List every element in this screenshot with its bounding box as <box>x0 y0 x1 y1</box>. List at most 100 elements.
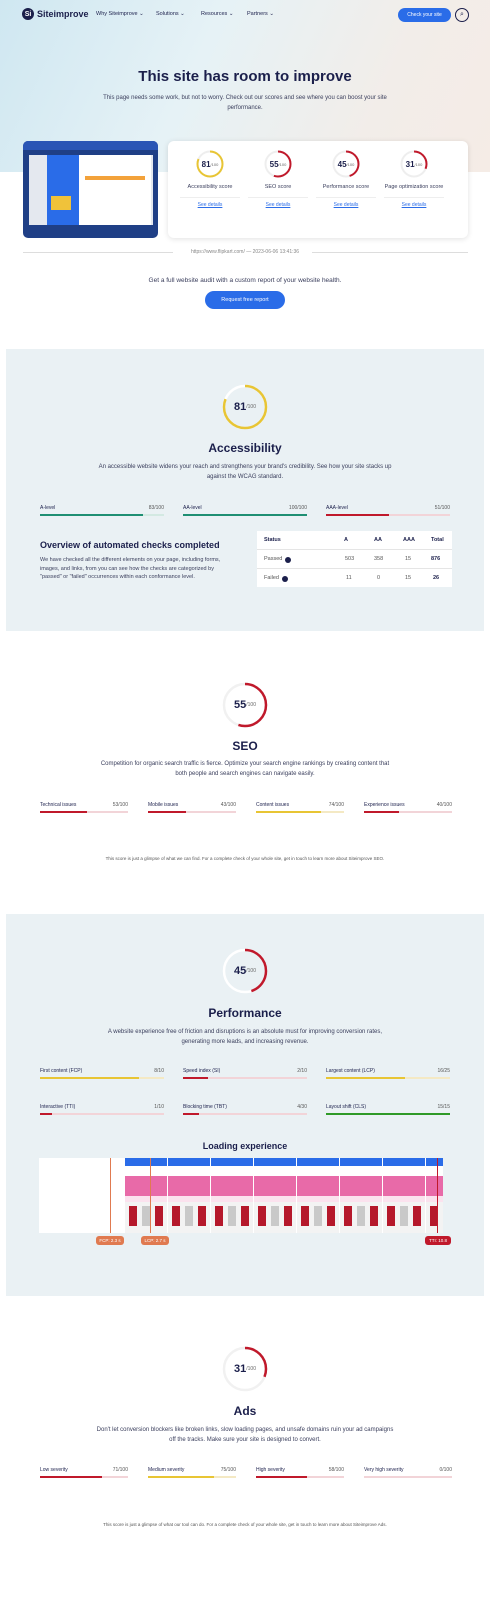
accessibility-title: Accessibility <box>208 441 282 455</box>
nav-why-siteimprove[interactable]: Why Siteimprove ⌄ <box>96 11 144 17</box>
ads-score-ring: 31/100 <box>222 1346 268 1392</box>
bar-value: 43/100 <box>220 802 236 808</box>
score-bar: AA-level 100/100 <box>183 505 307 519</box>
seo-title: SEO <box>232 739 258 753</box>
bar-fill <box>183 1077 208 1079</box>
bar-fill <box>183 1113 200 1115</box>
bar-value: 51/100 <box>434 505 450 511</box>
lcp-line <box>150 1158 151 1233</box>
bar-value: 83/100 <box>148 505 164 511</box>
score-seo: 55/100 SEO score See details <box>248 149 308 208</box>
bar-value: 53/100 <box>112 802 128 808</box>
nav-solutions[interactable]: Solutions ⌄ <box>156 11 185 17</box>
filmstrip-frame <box>168 1158 210 1233</box>
bar-label: Experience issues <box>364 802 405 808</box>
seo-desc: Competition for organic search traffic i… <box>100 761 390 777</box>
bar-fill <box>326 1113 450 1115</box>
lcp-marker: LCP: 2.7 s <box>141 1236 169 1245</box>
accessibility-desc: An accessible website widens your reach … <box>98 464 392 480</box>
see-details-link[interactable]: See details <box>384 197 444 208</box>
bar-label: Content issues <box>256 802 290 808</box>
info-icon[interactable] <box>282 575 288 582</box>
bar-value: 40/100 <box>436 802 452 808</box>
fcp-marker: FCP: 2.3 s <box>96 1236 124 1245</box>
score-bar: Experience issues 40/100 <box>364 802 452 816</box>
top-nav: Si Siteimprove Why Siteimprove ⌄ Solutio… <box>0 0 490 30</box>
see-details-link[interactable]: See details <box>248 197 308 208</box>
bar-track <box>40 1113 164 1115</box>
search-icon[interactable]: ⌕ <box>455 8 469 22</box>
fcp-line <box>110 1158 111 1233</box>
bar-label: Blocking time (TBT) <box>183 1104 227 1110</box>
score-bar: A-level 83/100 <box>40 505 164 519</box>
score-bar: Mobile issues 43/100 <box>148 802 236 816</box>
nav-resources[interactable]: Resources ⌄ <box>201 11 233 17</box>
score-bar: Very high severity 0/100 <box>364 1467 452 1481</box>
nav-partners[interactable]: Partners ⌄ <box>247 11 274 17</box>
info-icon[interactable] <box>285 556 291 563</box>
check-your-site-button[interactable]: Check your site <box>398 8 451 22</box>
bar-fill <box>364 811 400 813</box>
bar-label: AA-level <box>183 505 202 511</box>
bar-label: Technical issues <box>40 802 77 808</box>
site-screenshot <box>23 141 158 238</box>
bar-value: 58/100 <box>328 1467 344 1473</box>
filmstrip-frame <box>254 1158 296 1233</box>
bar-fill <box>40 1077 140 1079</box>
filmstrip-frame <box>426 1158 443 1233</box>
bar-fill <box>40 1113 53 1115</box>
score-bar: Interactive (TTI) 1/10 <box>40 1104 164 1118</box>
bar-label: Speed index (SI) <box>183 1068 221 1074</box>
table-row: Failed 11 0 15 26 <box>264 575 440 582</box>
bar-value: 75/100 <box>220 1467 236 1473</box>
tti-line <box>437 1158 438 1233</box>
page-subtitle: This page needs some work, but not to wo… <box>103 95 387 111</box>
seo-note: This score is just a glimpse of what we … <box>105 856 385 861</box>
score-bar: AAA-level 51/100 <box>326 505 450 519</box>
score-ring: 31/100 <box>399 149 429 179</box>
see-details-link[interactable]: See details <box>180 197 240 208</box>
bar-fill <box>40 1476 103 1478</box>
bar-label: High severity <box>256 1467 285 1473</box>
table-header: Status A AA AAA Total <box>257 531 452 550</box>
accessibility-score-ring: 81/100 <box>222 384 268 430</box>
performance-score-ring: 45/100 <box>222 948 268 994</box>
page-title: This site has room to improve <box>138 68 352 85</box>
bar-label: Interactive (TTI) <box>40 1104 76 1110</box>
bar-fill <box>256 811 322 813</box>
logo[interactable]: Si Siteimprove <box>22 8 89 20</box>
score-accessibility: 81/100 Accessibility score See details <box>180 149 240 208</box>
bar-label: A-level <box>40 505 56 511</box>
filmstrip-frame <box>125 1158 167 1233</box>
score-bar: Speed index (SI) 2/10 <box>183 1068 307 1082</box>
bar-label: Medium severity <box>148 1467 185 1473</box>
checks-title: Overview of automated checks completed <box>40 540 220 550</box>
bar-track <box>183 1113 307 1115</box>
bar-label: First content (FCP) <box>40 1068 83 1074</box>
bar-value: 100/100 <box>288 505 307 511</box>
request-report-button[interactable]: Request free report <box>205 291 285 309</box>
score-bar: Content issues 74/100 <box>256 802 344 816</box>
seo-score-ring: 55/100 <box>222 682 268 728</box>
bar-value: 74/100 <box>328 802 344 808</box>
bar-label: Very high severity <box>364 1467 404 1473</box>
ads-title: Ads <box>233 1404 257 1418</box>
bar-track <box>364 1476 452 1478</box>
bar-label: Layout shift (CLS) <box>326 1104 367 1110</box>
score-ring: 81/100 <box>195 149 225 179</box>
score-bar: Blocking time (TBT) 4/30 <box>183 1104 307 1118</box>
score-label: SEO score <box>264 184 292 190</box>
table-row: Passed 503 358 15 876 <box>257 550 452 569</box>
bar-fill <box>148 811 186 813</box>
bar-label: AAA-level <box>326 505 348 511</box>
audit-text: Get a full website audit with a custom r… <box>148 277 342 284</box>
score-bar: Low severity 71/100 <box>40 1467 128 1481</box>
checks-desc: We have checked all the different elemen… <box>40 557 221 580</box>
bar-value: 4/30 <box>297 1104 307 1110</box>
bar-label: Low severity <box>40 1467 68 1473</box>
tti-marker: TTI: 10.8 <box>425 1236 451 1245</box>
bar-label: Mobile issues <box>148 802 179 808</box>
see-details-link[interactable]: See details <box>316 197 376 208</box>
score-bar: Largest content (LCP) 16/25 <box>326 1068 450 1082</box>
score-ring: 55/100 <box>263 149 293 179</box>
